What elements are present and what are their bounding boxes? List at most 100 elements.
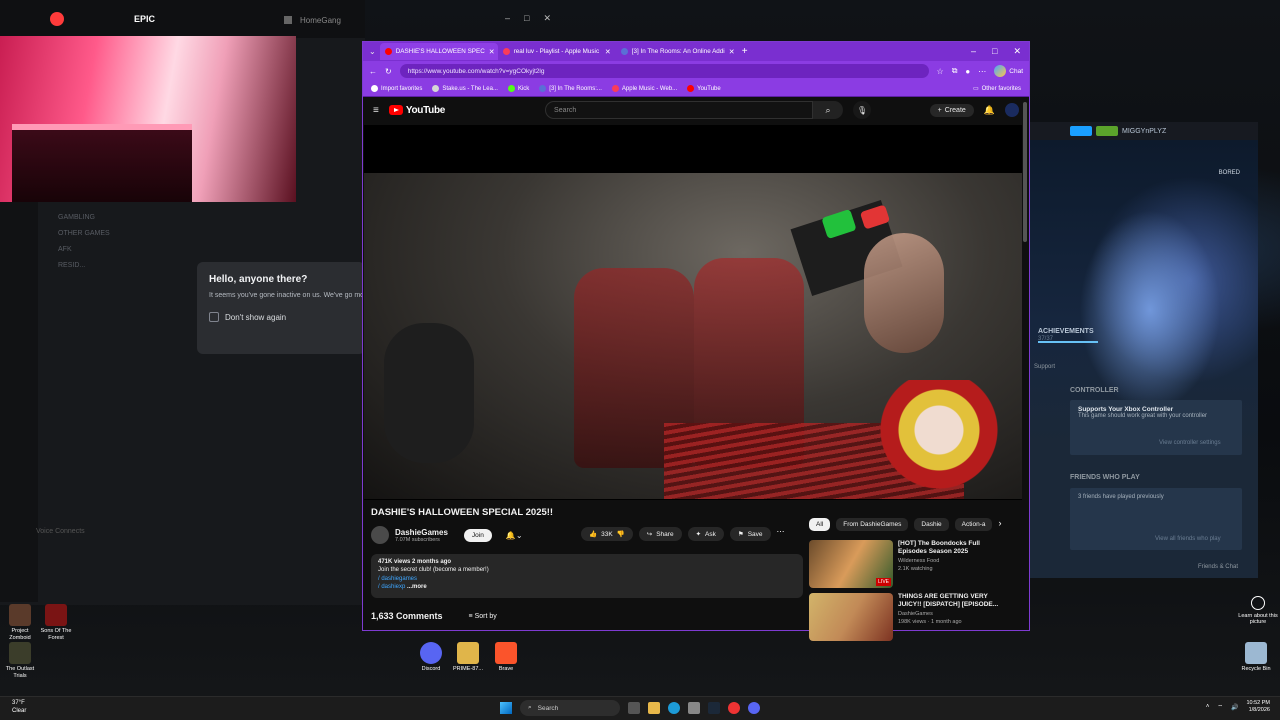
taskbar-search[interactable]: ⌕ Search bbox=[520, 700, 620, 716]
bookmark-item[interactable]: Apple Music - Web... bbox=[611, 85, 677, 92]
other-favorites[interactable]: ▭ Other favorites bbox=[973, 85, 1021, 93]
notification-button[interactable] bbox=[1096, 126, 1118, 136]
like-button[interactable]: 👍 33K 👎 bbox=[581, 527, 633, 541]
view-all-friends-link[interactable]: View all friends who play bbox=[1155, 536, 1221, 542]
achievements-title[interactable]: ACHIEVEMENTS 37/37 bbox=[1038, 328, 1094, 342]
edge-icon[interactable] bbox=[668, 702, 680, 714]
recommended-video[interactable]: THINGS ARE GETTING VERY JUICY!! [DISPATC… bbox=[809, 593, 1009, 641]
friends-chat-button[interactable]: Friends & Chat bbox=[1198, 564, 1238, 570]
obs-icon[interactable] bbox=[728, 702, 740, 714]
steam-username[interactable]: MIGGYnPLYZ bbox=[1122, 128, 1166, 135]
desktop-icon-brave[interactable]: Brave bbox=[486, 642, 526, 673]
bookmark-item[interactable]: Import favorites bbox=[371, 85, 422, 92]
bookmark-item[interactable]: YouTube bbox=[687, 85, 721, 92]
clock[interactable]: 10:52 PM 1/8/2026 bbox=[1246, 700, 1270, 714]
maximize-icon[interactable]: □ bbox=[992, 46, 997, 57]
recommended-title[interactable]: THINGS ARE GETTING VERY JUICY!! [DISPATC… bbox=[898, 593, 1009, 609]
minimize-icon[interactable]: – bbox=[971, 46, 976, 57]
weather-widget[interactable]: 37°F Clear bbox=[12, 700, 26, 716]
refresh-icon[interactable]: ↻ bbox=[385, 67, 392, 76]
maximize-icon[interactable]: □ bbox=[524, 13, 529, 24]
share-button[interactable]: ↪ Share bbox=[638, 527, 682, 541]
voice-search-button[interactable]: 🎙 bbox=[853, 101, 872, 119]
channel-avatar[interactable] bbox=[371, 526, 389, 544]
desktop-icon-discord[interactable]: Discord bbox=[411, 642, 451, 673]
tab-menu-icon[interactable]: ⌄ bbox=[365, 47, 380, 56]
channel-name[interactable]: DashieGames bbox=[395, 528, 448, 537]
checkbox-box[interactable] bbox=[209, 312, 219, 323]
youtube-logo[interactable]: YouTube bbox=[388, 105, 445, 116]
description-link[interactable]: / dashiegames bbox=[378, 575, 796, 583]
chip-from-channel[interactable]: From DashieGames bbox=[836, 518, 909, 531]
task-view-icon[interactable] bbox=[628, 702, 640, 714]
desktop-icon-sons-of-the-forest[interactable]: Sons Of The Forest bbox=[36, 604, 76, 641]
new-tab-icon[interactable]: + bbox=[734, 46, 756, 57]
hamburger-menu-icon[interactable]: ≡ bbox=[373, 105, 379, 116]
tab-in-the-rooms[interactable]: [3] In The Rooms: An Online Addi ✕ bbox=[616, 43, 734, 60]
extensions-icon[interactable]: ⧉ bbox=[952, 66, 958, 76]
account-avatar[interactable] bbox=[1005, 103, 1019, 117]
more-actions-icon[interactable]: ⋯ bbox=[777, 527, 785, 541]
close-tab-icon[interactable]: ✕ bbox=[605, 48, 611, 56]
join-button[interactable]: Join bbox=[463, 528, 492, 542]
video-thumbnail[interactable]: LIVE bbox=[809, 540, 893, 588]
chevron-right-icon[interactable]: › bbox=[998, 518, 1001, 531]
recommended-video[interactable]: LIVE [HOT] The Boondocks Full Episodes S… bbox=[809, 540, 1009, 588]
file-explorer-icon[interactable] bbox=[648, 702, 660, 714]
thumbs-down-icon[interactable]: 👎 bbox=[617, 530, 625, 538]
network-icon[interactable]: ⌔ bbox=[1217, 703, 1223, 711]
sort-by-button[interactable]: ≡ Sort by bbox=[469, 613, 497, 620]
tab-apple-music[interactable]: real luv - Playlist - Apple Music ✕ bbox=[498, 43, 616, 60]
settings-icon[interactable] bbox=[688, 702, 700, 714]
recommended-title[interactable]: [HOT] The Boondocks Full Episodes Season… bbox=[898, 540, 1009, 556]
close-tab-icon[interactable]: ✕ bbox=[489, 48, 495, 56]
discord-taskbar-icon[interactable] bbox=[748, 702, 760, 714]
minimize-icon[interactable]: – bbox=[505, 13, 510, 24]
support-link[interactable]: Support bbox=[1034, 364, 1055, 370]
close-icon[interactable]: ✕ bbox=[1013, 46, 1021, 57]
more-options-icon[interactable]: ⋯ bbox=[978, 67, 986, 76]
bookmark-item[interactable]: Kick bbox=[507, 85, 529, 92]
back-icon[interactable]: ← bbox=[369, 67, 377, 76]
ask-button[interactable]: ✦ Ask bbox=[687, 527, 724, 541]
tab-youtube[interactable]: DASHIE'S HALLOWEEN SPEC ✕ bbox=[379, 43, 498, 60]
description-box[interactable]: 471K views 2 months ago Join the secret … bbox=[371, 554, 803, 598]
video-player[interactable] bbox=[364, 125, 1022, 500]
desktop-icon-project-zomboid[interactable]: Project Zomboid bbox=[0, 604, 40, 641]
favorite-star-icon[interactable]: ☆ bbox=[937, 67, 944, 76]
chevron-up-icon[interactable]: ˄ bbox=[1206, 704, 1210, 710]
controller-settings-link[interactable]: View controller settings bbox=[1159, 440, 1221, 446]
video-thumbnail[interactable] bbox=[809, 593, 893, 641]
learn-about-picture[interactable]: Learn about this picture bbox=[1238, 596, 1278, 625]
windows-start-icon[interactable] bbox=[500, 702, 512, 714]
desktop-icon-recycle-bin[interactable]: Recycle Bin bbox=[1236, 642, 1276, 673]
profile-icon[interactable]: ● bbox=[965, 67, 970, 76]
description-link[interactable]: / dashiexp bbox=[378, 584, 405, 590]
chip-dashie[interactable]: Dashie bbox=[914, 518, 949, 531]
volume-icon[interactable]: 🔊 bbox=[1231, 704, 1238, 711]
channel-item[interactable]: AFK bbox=[58, 246, 140, 253]
channel-item[interactable]: RESID... bbox=[58, 262, 140, 269]
bookmark-item[interactable]: [3] In The Rooms:... bbox=[539, 85, 602, 92]
copilot-chat-button[interactable]: Chat bbox=[994, 65, 1023, 77]
channel-item[interactable]: OTHER GAMES bbox=[58, 230, 140, 237]
dont-show-again-checkbox[interactable]: Don't show again bbox=[209, 312, 353, 323]
search-button[interactable]: ⌕ bbox=[813, 101, 844, 119]
chip-action[interactable]: Action-a bbox=[954, 518, 993, 531]
save-button[interactable]: ⚑ Save bbox=[729, 527, 771, 541]
channel-item[interactable]: GAMBLING bbox=[58, 214, 140, 221]
steam-icon[interactable] bbox=[708, 702, 720, 714]
page-scrollbar[interactable] bbox=[1023, 102, 1027, 242]
notifications-bell-icon[interactable]: 🔔 bbox=[984, 105, 995, 116]
close-icon[interactable]: ✕ bbox=[543, 13, 551, 24]
subscription-bell-icon[interactable]: 🔔⌄ bbox=[506, 531, 523, 540]
desktop-icon-prime-folder[interactable]: PRIME-87... bbox=[448, 642, 488, 673]
youtube-search-input[interactable]: Search bbox=[545, 101, 814, 119]
broadcast-button[interactable] bbox=[1070, 126, 1092, 136]
url-field[interactable]: https://www.youtube.com/watch?v=ygCOkyjt… bbox=[399, 64, 929, 78]
bookmark-item[interactable]: Stake.us - The Lea... bbox=[432, 85, 498, 92]
chip-all[interactable]: All bbox=[809, 518, 831, 531]
more-link[interactable]: ...more bbox=[407, 584, 427, 590]
create-button[interactable]: + Create bbox=[929, 103, 974, 117]
desktop-icon-outlast-trials[interactable]: The Outlast Trials bbox=[0, 642, 40, 679]
